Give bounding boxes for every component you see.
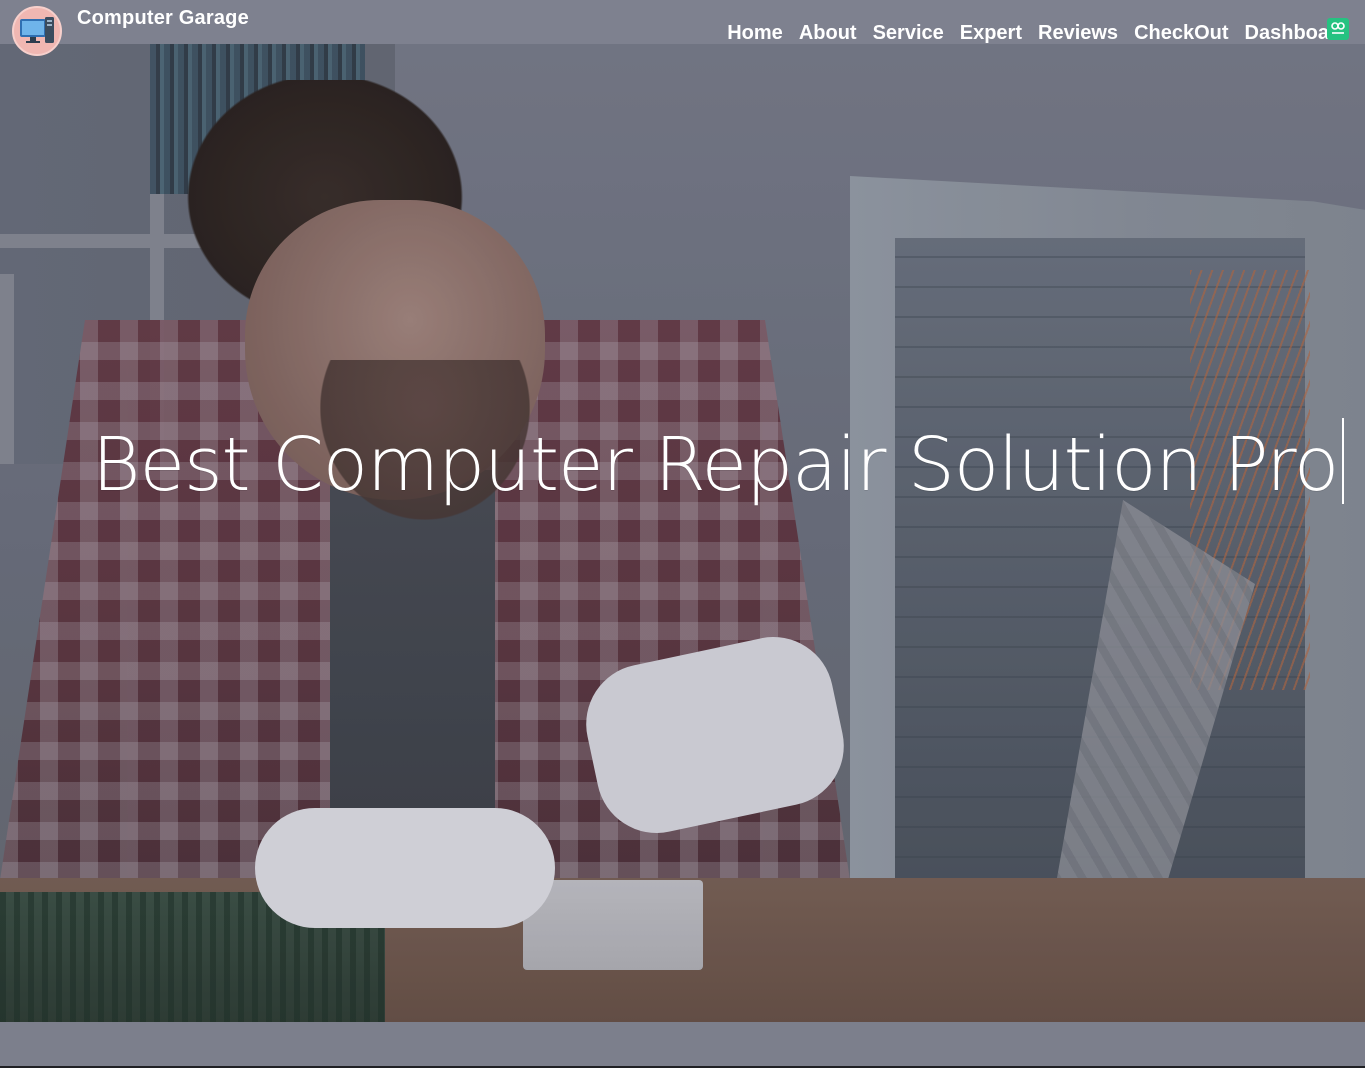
page: Best Computer Repair Solution Pro Comput… <box>0 0 1365 1068</box>
brand-name[interactable]: Computer Garage <box>77 7 249 30</box>
extension-badge-icon[interactable] <box>1327 18 1349 40</box>
navbar: Computer Garage Home About Service Exper… <box>0 0 1365 56</box>
hero-headline: Best Computer Repair Solution Pro <box>92 418 1345 510</box>
bottom-strip <box>0 1022 1365 1068</box>
nav-home[interactable]: Home <box>727 22 783 45</box>
hero-section: Best Computer Repair Solution Pro <box>0 0 1365 1022</box>
hero-headline-text: Best Computer Repair Solution Pro <box>92 422 1339 508</box>
typing-cursor <box>1342 418 1345 504</box>
nav-expert[interactable]: Expert <box>960 22 1022 45</box>
nav-about[interactable]: About <box>799 22 857 45</box>
main-nav: Home About Service Expert Reviews CheckO… <box>727 22 1349 45</box>
nav-reviews[interactable]: Reviews <box>1038 22 1118 45</box>
computer-icon[interactable] <box>12 6 62 56</box>
nav-service[interactable]: Service <box>873 22 944 45</box>
brand[interactable]: Computer Garage <box>12 6 249 56</box>
nav-checkout[interactable]: CheckOut <box>1134 22 1228 45</box>
hero-overlay <box>0 0 1365 1022</box>
